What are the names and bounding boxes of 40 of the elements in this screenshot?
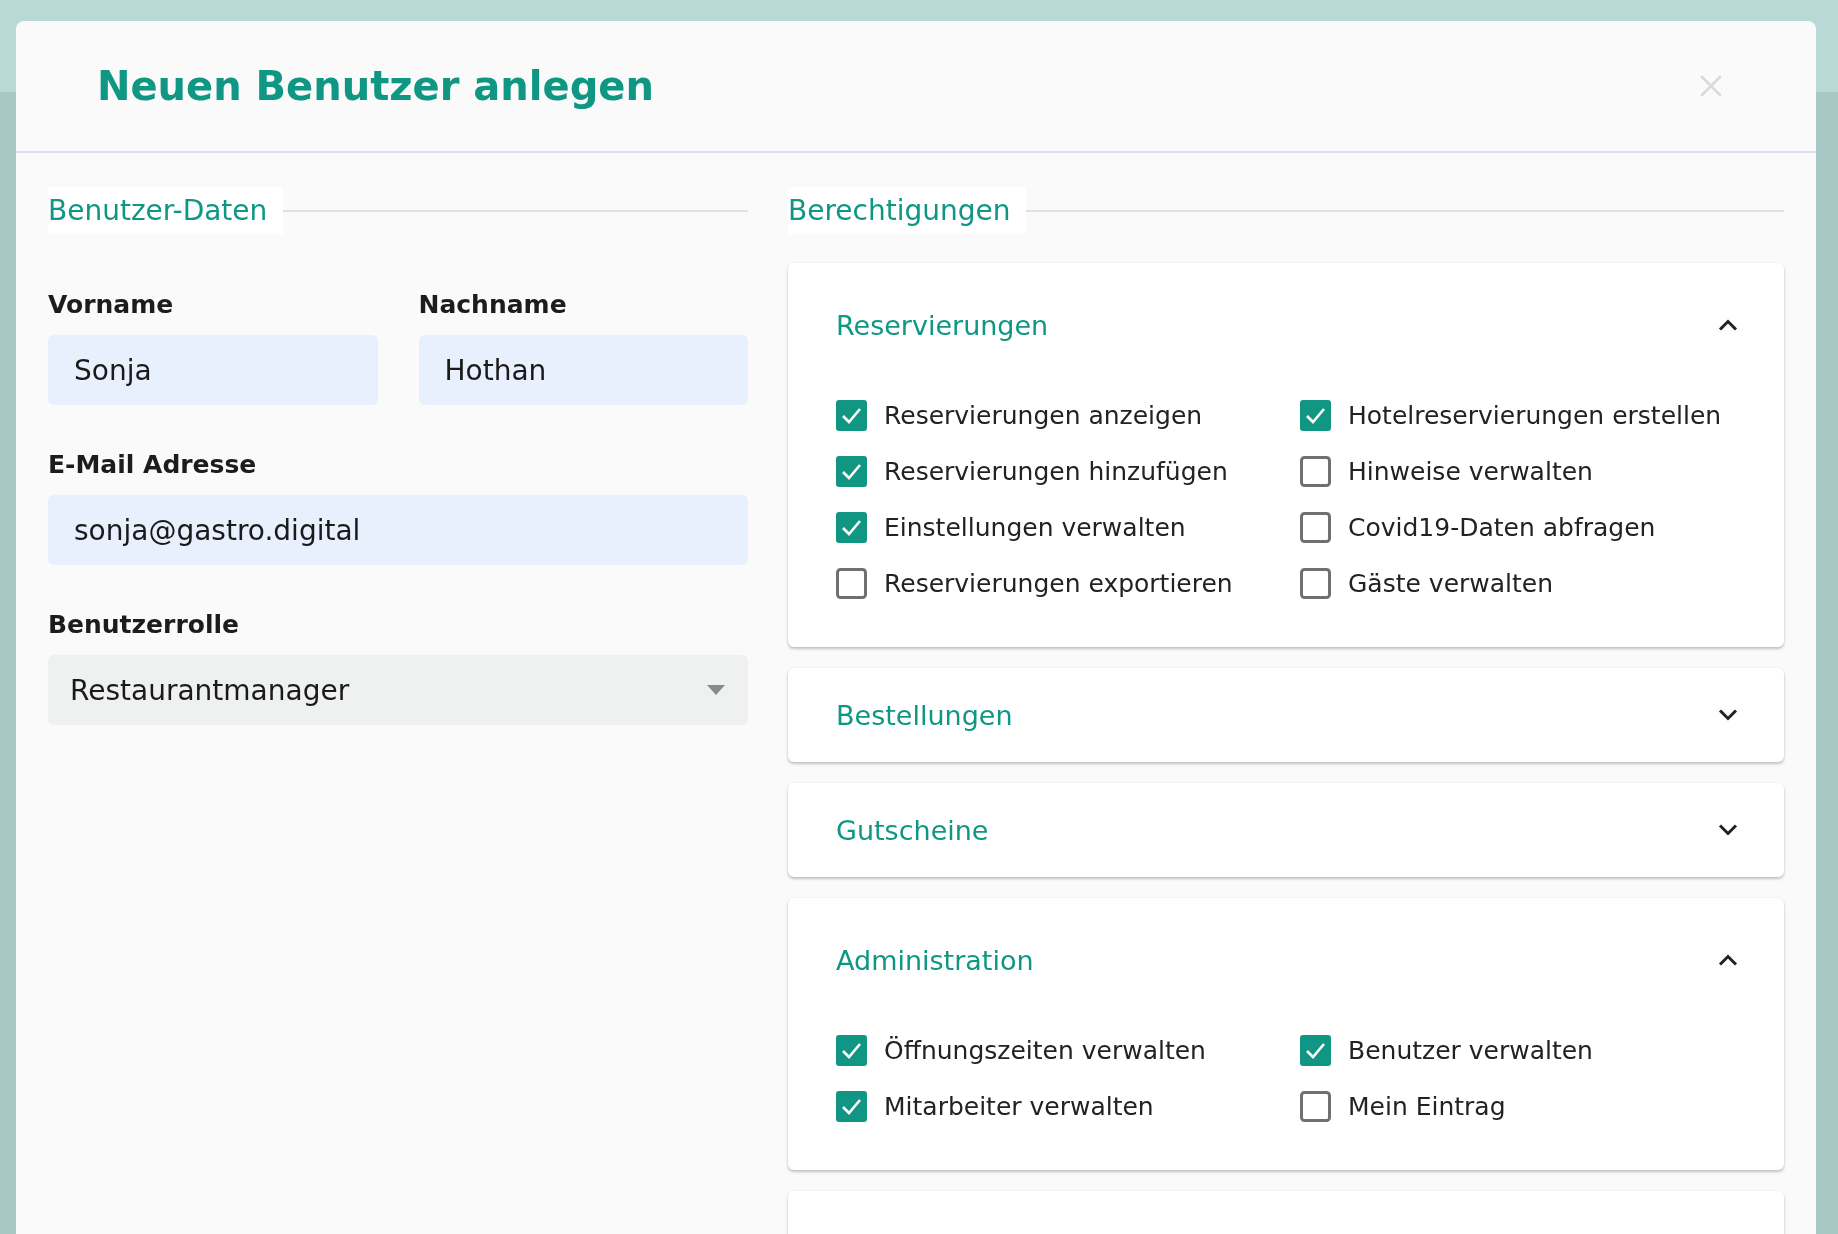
checkbox-label: Reservierungen anzeigen bbox=[884, 400, 1203, 430]
field-label: Vorname bbox=[48, 290, 175, 320]
panel-header[interactable]: Bestellungen bbox=[788, 668, 1784, 762]
dialog-title: Neuen Benutzer anlegen bbox=[97, 62, 654, 110]
checkbox-label: Benutzer verwalten bbox=[1348, 1035, 1593, 1065]
section-heading: Berechtigungen bbox=[788, 187, 1027, 234]
text-field[interactable]: Hothan bbox=[418, 335, 748, 405]
text-field[interactable]: Sonja bbox=[48, 335, 378, 405]
checkbox-label: Hotelreservierungen erstellen bbox=[1348, 400, 1722, 430]
checkbox[interactable] bbox=[836, 455, 867, 487]
checkbox-label: Hinweise verwalten bbox=[1348, 456, 1593, 486]
section-heading: Benutzer-Daten bbox=[48, 187, 284, 234]
checkbox[interactable] bbox=[836, 1034, 867, 1066]
checkbox[interactable] bbox=[1300, 511, 1331, 543]
checkbox[interactable] bbox=[1300, 1090, 1331, 1122]
checkbox-label: Covid19-Daten abfragen bbox=[1348, 512, 1656, 542]
checkbox[interactable] bbox=[1300, 455, 1331, 487]
checkbox-label: Reservierungen hinzufügen bbox=[884, 456, 1228, 486]
checkbox[interactable] bbox=[1300, 567, 1331, 599]
field-label: Nachname bbox=[418, 290, 568, 320]
checkbox[interactable] bbox=[836, 399, 867, 431]
checkbox[interactable] bbox=[836, 567, 867, 599]
checkbox-label: Reservierungen exportieren bbox=[884, 568, 1233, 598]
panel-header[interactable]: Reservierungen bbox=[788, 263, 1784, 387]
field-label: E-Mail Adresse bbox=[48, 450, 258, 480]
role-select[interactable]: Restaurantmanager bbox=[48, 655, 748, 725]
field-label: Benutzerrolle bbox=[48, 610, 240, 640]
text-field[interactable]: sonja@gastro.digital bbox=[48, 495, 748, 565]
checkbox[interactable] bbox=[836, 511, 867, 543]
checkbox[interactable] bbox=[836, 1090, 867, 1122]
checkbox-label: Öffnungszeiten verwalten bbox=[884, 1035, 1206, 1065]
checkbox-label: Einstellungen verwalten bbox=[884, 512, 1186, 542]
checkbox-label: Mein Eintrag bbox=[1348, 1091, 1506, 1121]
checkbox[interactable] bbox=[1300, 399, 1331, 431]
caret-icon bbox=[707, 685, 725, 695]
checkbox-label: Gäste verwalten bbox=[1348, 568, 1554, 598]
panel-header[interactable]: Gutscheine bbox=[788, 783, 1784, 877]
panel-header[interactable]: Administration bbox=[788, 898, 1784, 1022]
checkbox-label: Mitarbeiter verwalten bbox=[884, 1091, 1154, 1121]
checkbox[interactable] bbox=[1300, 1034, 1331, 1066]
